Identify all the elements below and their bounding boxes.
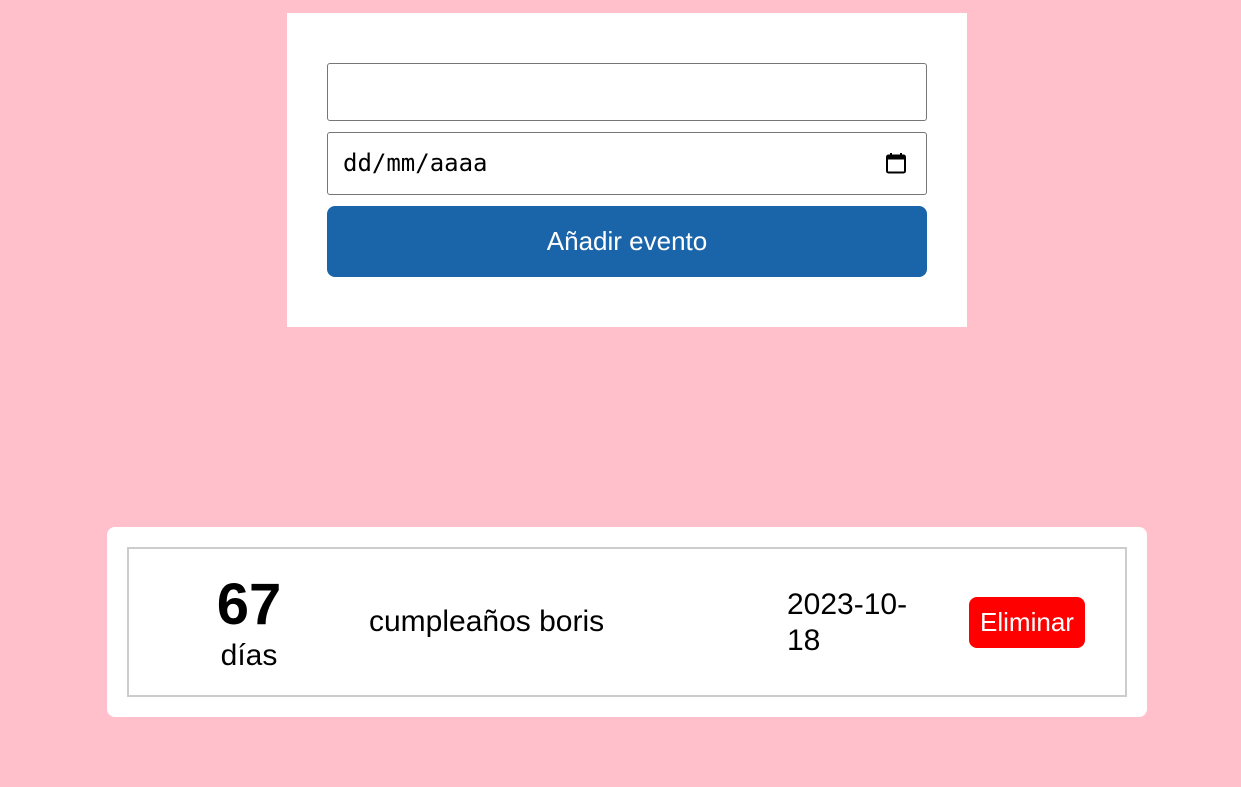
date-placeholder: dd/mm/aaaa xyxy=(343,149,488,177)
events-list: 67 días cumpleaños boris 2023-10- 18 Eli… xyxy=(107,527,1147,717)
calendar-icon[interactable] xyxy=(884,151,908,175)
event-date: 2023-10- 18 xyxy=(787,588,908,657)
event-date-input[interactable]: dd/mm/aaaa xyxy=(327,132,927,195)
add-event-button[interactable]: Añadir evento xyxy=(327,206,927,277)
event-name: cumpleaños boris xyxy=(369,605,605,638)
days-remaining: 67 xyxy=(216,572,282,637)
event-form-card: dd/mm/aaaa Añadir evento xyxy=(287,13,967,327)
days-label: días xyxy=(220,639,278,672)
event-item: 67 días cumpleaños boris 2023-10- 18 Eli… xyxy=(127,547,1127,697)
event-name-input[interactable] xyxy=(327,63,927,121)
delete-event-button[interactable]: Eliminar xyxy=(969,597,1085,648)
